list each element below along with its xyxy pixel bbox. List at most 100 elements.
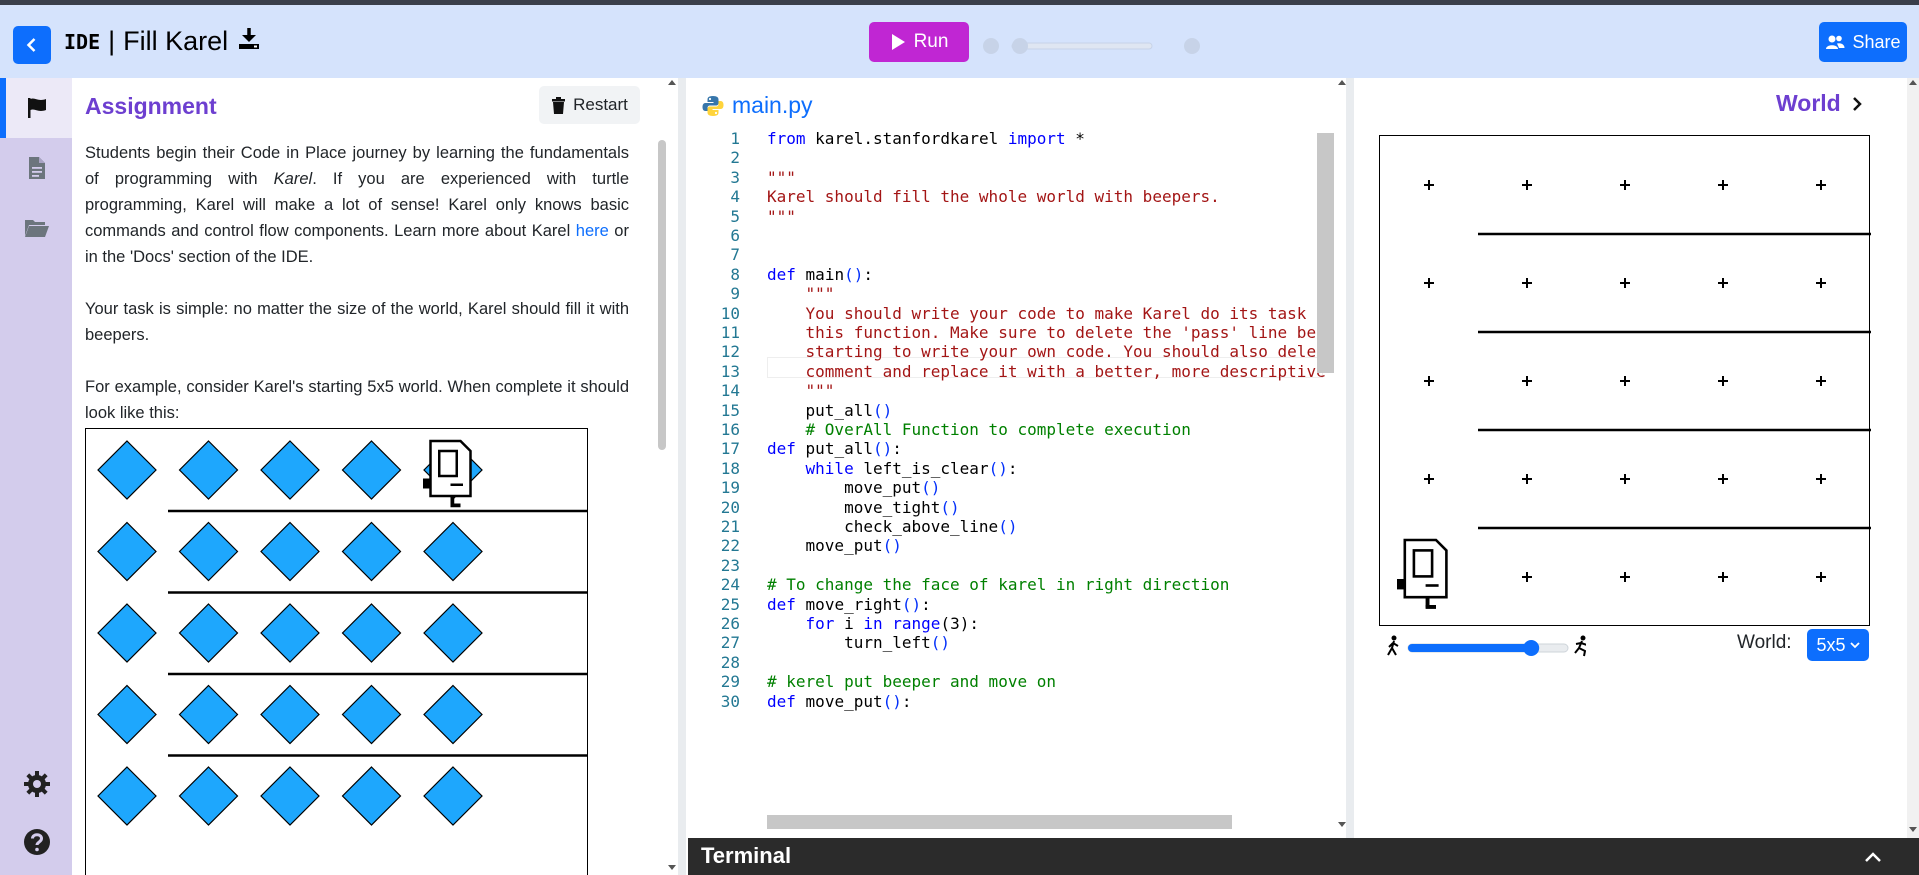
line-number: 29 [720, 672, 740, 692]
download-icon[interactable] [236, 25, 262, 58]
back-button[interactable] [13, 26, 51, 64]
code-editor[interactable]: 1 from karel.stanfordkarel import * 2 3 """ 4… [688, 128, 1333, 828]
world-header[interactable]: World [1776, 90, 1863, 117]
corner-marker [1816, 180, 1826, 190]
gear-icon[interactable] [22, 769, 52, 799]
help-icon[interactable] [22, 827, 52, 857]
world-size-select[interactable]: 5x5 [1807, 629, 1869, 661]
document-icon[interactable] [24, 155, 50, 181]
code-text: for i in range(3): [805, 614, 979, 633]
share-button[interactable]: Share [1819, 22, 1907, 62]
karel-robot [1397, 538, 1448, 609]
editor-panel: main.py 1 from karel.stanfordkarel import… [688, 78, 1342, 838]
assignment-panel: Assignment Restart Students begin their … [72, 78, 672, 875]
code-text: """ [767, 206, 796, 226]
code-text: """ [767, 167, 796, 187]
beeper [97, 603, 157, 663]
scroll-down-arrow-icon[interactable] [667, 864, 677, 872]
code-text: comment and replace it with a better, mo… [767, 361, 1326, 381]
line-number: 8 [730, 264, 740, 284]
line-number: 21 [720, 517, 740, 536]
code-text: put_all() [805, 400, 893, 420]
line-number: 17 [720, 439, 740, 459]
line-number: 4 [730, 187, 740, 207]
top-bar: IDE | Fill Karel Run Share [0, 5, 1919, 78]
line-number: 25 [720, 594, 740, 614]
run-fast-icon [1574, 635, 1588, 657]
page-scroll-up-icon[interactable] [1908, 78, 1918, 86]
line-number: 20 [720, 497, 740, 517]
run-button[interactable]: Run [869, 22, 969, 62]
corner-marker [1816, 278, 1826, 288]
step-slider[interactable] [982, 34, 1202, 58]
line-number: 24 [720, 575, 740, 595]
line-number: 22 [720, 536, 740, 556]
flag-icon[interactable] [24, 95, 50, 121]
restart-button[interactable]: Restart [539, 86, 640, 124]
panel-divider-right[interactable] [1346, 78, 1354, 838]
corner-marker [1620, 278, 1630, 288]
share-button-label: Share [1852, 31, 1901, 52]
code-text: move_tight() [844, 497, 960, 517]
speed-thumb[interactable] [1523, 640, 1540, 656]
line-number: 28 [720, 652, 740, 672]
python-icon [702, 95, 724, 116]
page-scrollbar[interactable] [1907, 78, 1919, 838]
chevron-down-icon [1849, 642, 1860, 649]
line-number: 1 [730, 129, 740, 148]
assignment-paragraph-1: Students begin their Code in Place journ… [85, 144, 629, 266]
line-number: 9 [730, 284, 740, 304]
beeper [97, 684, 157, 745]
corner-marker [1816, 572, 1826, 582]
world-title: World [1776, 90, 1841, 116]
walk-slow-icon [1387, 635, 1399, 656]
terminal-expand-button[interactable] [1851, 842, 1895, 872]
code-text: # To change the face of karel in right d… [767, 575, 1230, 595]
chevron-right-icon[interactable] [1851, 95, 1863, 113]
corner-marker [1620, 180, 1630, 190]
editor-horizontal-scrollbar[interactable] [767, 815, 1232, 829]
line-number: 16 [720, 420, 740, 439]
code-text: def move_right(): [767, 594, 931, 614]
beeper [178, 440, 239, 500]
code-text: check_above_line() [844, 517, 1018, 536]
line-number: 26 [720, 614, 740, 633]
run-button-label: Run [913, 31, 949, 52]
corner-marker [1424, 474, 1434, 484]
beeper [260, 684, 320, 745]
scroll-up-arrow-icon[interactable] [667, 78, 677, 86]
play-icon [891, 34, 905, 50]
editor-vertical-scrollbar[interactable] [1317, 133, 1334, 373]
line-number: 30 [720, 691, 740, 711]
corner-marker [1424, 278, 1434, 288]
code-text: starting to write your own code. You sho… [767, 342, 1333, 362]
world-panel: World [1356, 78, 1907, 875]
folder-open-icon[interactable] [24, 215, 50, 241]
beeper [178, 766, 239, 826]
beeper [341, 440, 402, 500]
terminal-bar[interactable]: Terminal [688, 838, 1919, 875]
beeper [260, 766, 320, 826]
corner-marker [1620, 474, 1630, 484]
line-number: 11 [720, 323, 740, 342]
line-number: 13 [720, 361, 740, 381]
line-number: 6 [730, 226, 740, 245]
corner-marker [1522, 474, 1532, 484]
panel-divider[interactable] [678, 78, 686, 875]
beeper [178, 603, 239, 663]
beeper [423, 766, 483, 826]
code-text: def move_put(): [767, 691, 912, 711]
beeper [260, 603, 320, 663]
beeper [341, 684, 402, 745]
users-icon [1826, 35, 1845, 49]
chevron-up-icon [1865, 852, 1881, 862]
beeper [178, 521, 239, 582]
line-number: 19 [720, 478, 740, 498]
line-number: 18 [720, 458, 740, 478]
assignment-scrollbar[interactable] [658, 140, 666, 450]
line-number: 12 [720, 342, 740, 362]
beeper [178, 684, 239, 745]
corner-marker [1816, 376, 1826, 386]
page-scroll-down-icon[interactable] [1908, 826, 1918, 834]
karel-docs-link[interactable]: here [576, 222, 609, 240]
